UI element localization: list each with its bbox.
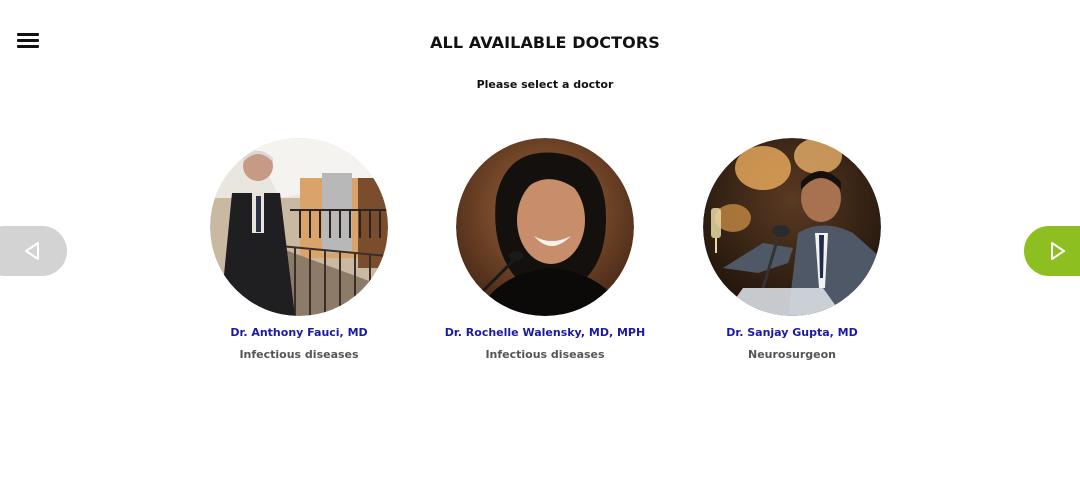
doctor-photo[interactable] (456, 138, 634, 316)
doctor-card[interactable]: Dr. Rochelle Walensky, MD, MPH Infectiou… (420, 138, 670, 361)
carousel-prev-button[interactable] (0, 226, 67, 276)
doctor-selection-page: ALL AVAILABLE DOCTORS Please select a do… (0, 0, 1080, 503)
page-subtitle: Please select a doctor (476, 78, 614, 91)
triangle-left-outline-icon (25, 242, 39, 260)
doctor-specialty: Neurosurgeon (747, 348, 836, 361)
doctor-specialty: Infectious diseases (239, 348, 359, 361)
doctor-specialty: Infectious diseases (485, 348, 605, 361)
doctor-photo[interactable] (703, 138, 881, 316)
doctor-name: Dr. Anthony Fauci, MD (230, 326, 368, 339)
doctor-photo[interactable] (210, 138, 388, 316)
doctor-name: Dr. Sanjay Gupta, MD (726, 326, 858, 339)
carousel-next-button[interactable] (1024, 226, 1080, 276)
doctor-card[interactable]: Dr. Anthony Fauci, MD Infectious disease… (174, 138, 424, 361)
page-title: ALL AVAILABLE DOCTORS (430, 33, 660, 52)
doctor-name: Dr. Rochelle Walensky, MD, MPH (444, 326, 646, 339)
doctor-card[interactable]: Dr. Sanjay Gupta, MD Neurosurgeon (667, 138, 917, 361)
triangle-right-outline-icon (1051, 242, 1065, 260)
